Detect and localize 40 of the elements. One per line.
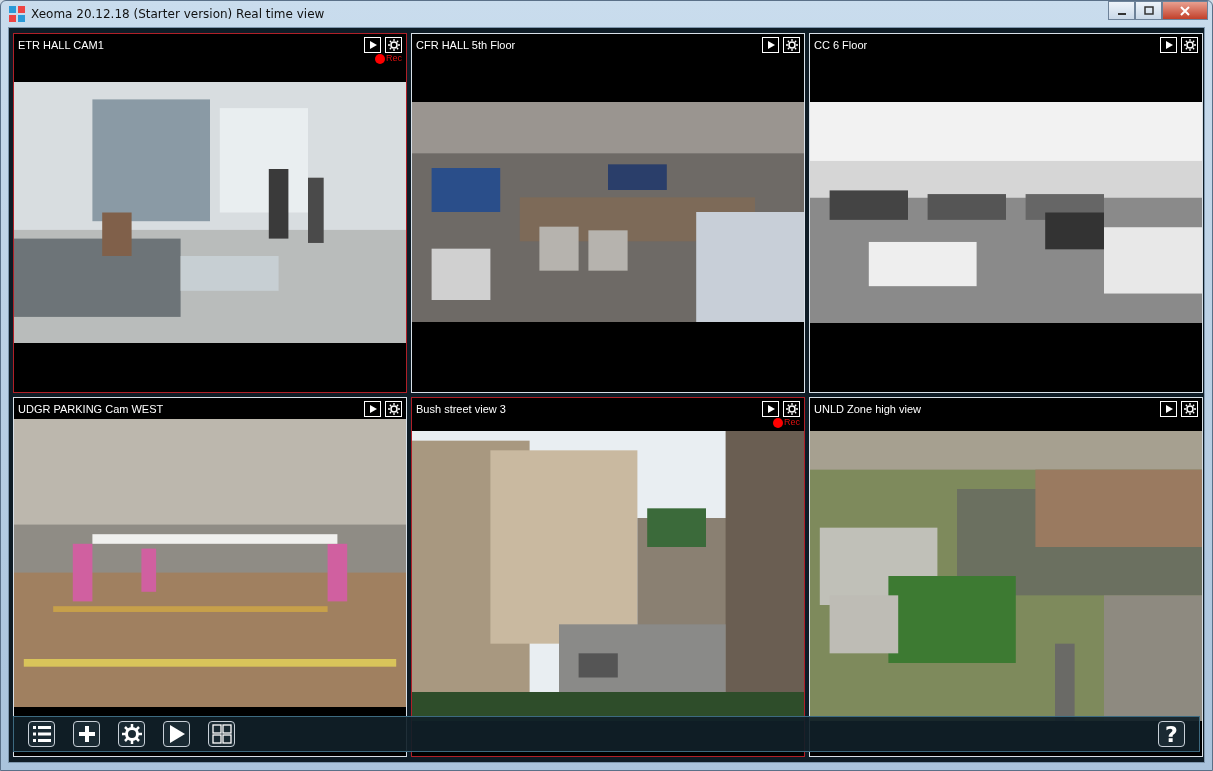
gear-icon <box>387 39 400 51</box>
camera-name: Bush street view 3 <box>416 403 507 415</box>
settings-button[interactable] <box>118 721 145 747</box>
camera-name: CFR HALL 5th Floor <box>416 39 517 51</box>
minimize-icon <box>1117 12 1126 15</box>
window-title: Xeoma 20.12.18 (Starter version) Real time view <box>31 7 325 21</box>
layout-grid-button[interactable] <box>208 721 235 747</box>
play-icon <box>367 404 378 414</box>
maximize-button[interactable] <box>1135 1 1162 20</box>
camera-name: UNLD Zone high view <box>814 403 922 415</box>
list-icon <box>31 725 52 743</box>
help-button[interactable]: ? <box>1158 721 1185 747</box>
app-logo-icon <box>9 6 25 22</box>
play-icon <box>765 40 776 50</box>
gear-icon <box>121 724 142 744</box>
grid-icon <box>211 724 232 744</box>
play-icon <box>765 404 776 414</box>
play-icon <box>167 724 186 744</box>
play-icon <box>367 40 378 50</box>
close-button[interactable] <box>1162 1 1208 20</box>
gear-icon <box>1183 39 1196 51</box>
camera-name: UDGR PARKING Cam WEST <box>18 403 165 415</box>
add-button[interactable] <box>73 721 100 747</box>
recording-indicator: Rec <box>375 53 402 64</box>
gear-icon <box>387 403 400 415</box>
play-icon <box>1163 40 1174 50</box>
maximize-icon <box>1143 5 1154 16</box>
close-icon <box>1179 4 1191 17</box>
gear-icon <box>1183 403 1196 415</box>
minimize-button[interactable] <box>1108 1 1135 20</box>
camera-tile[interactable]: UDGR PARKING Cam WEST <box>13 397 407 757</box>
play-button[interactable] <box>163 721 190 747</box>
gear-icon <box>785 39 798 51</box>
recording-indicator: Rec <box>773 417 800 428</box>
plus-icon <box>77 725 96 743</box>
camera-name: CC 6 Floor <box>814 39 869 51</box>
gear-icon <box>785 403 798 415</box>
play-icon <box>1163 404 1174 414</box>
camera-list-button[interactable] <box>28 721 55 747</box>
camera-name: ETR HALL CAM1 <box>18 39 105 51</box>
